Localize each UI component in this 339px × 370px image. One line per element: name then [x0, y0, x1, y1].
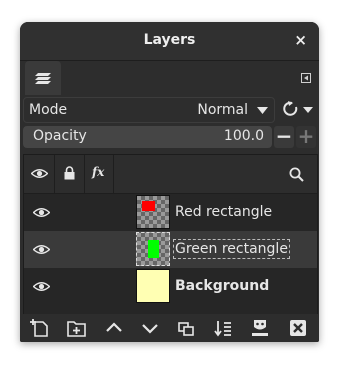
layer-name[interactable]: Background — [175, 278, 269, 294]
layer-name[interactable]: Red rectangle — [175, 204, 272, 220]
mode-dropdown[interactable]: Mode Normal — [23, 97, 275, 123]
minus-icon: − — [275, 124, 293, 148]
layer-row-selected[interactable]: Green rectangle — [24, 231, 317, 268]
layers-icon — [35, 73, 51, 84]
add-mask-icon[interactable] — [249, 318, 271, 338]
header-visibility[interactable] — [24, 155, 55, 193]
mode-value: Normal — [197, 102, 248, 118]
eye-icon[interactable] — [33, 281, 50, 292]
raise-layer-icon[interactable] — [103, 318, 125, 338]
search-icon[interactable] — [289, 167, 304, 182]
red-rectangle-preview — [142, 201, 155, 211]
opacity-row: Opacity 100.0 − + — [23, 124, 316, 150]
header-effects[interactable]: fx — [85, 155, 114, 193]
new-layer-group-icon[interactable] — [66, 318, 88, 338]
layer-thumbnail — [136, 232, 170, 266]
merge-down-icon[interactable] — [212, 318, 234, 338]
opacity-label: Opacity — [33, 128, 87, 144]
lock-icon — [64, 166, 75, 180]
dialog-title: Layers — [143, 32, 196, 48]
dock-tab-row — [20, 61, 319, 95]
layer-toolbar — [20, 314, 319, 342]
header-lock[interactable] — [55, 155, 85, 193]
duplicate-layer-icon[interactable] — [175, 318, 197, 338]
opacity-decrease-button[interactable]: − — [274, 124, 294, 148]
plus-icon: + — [297, 124, 315, 148]
mode-row: Mode Normal — [23, 97, 316, 123]
eye-icon[interactable] — [33, 207, 50, 218]
green-rectangle-preview — [148, 240, 159, 258]
tab-layers[interactable] — [25, 61, 61, 95]
mode-label: Mode — [29, 102, 68, 118]
opacity-value: 100.0 — [223, 128, 264, 144]
delete-layer-icon[interactable] — [287, 318, 309, 338]
reset-icon — [283, 101, 313, 116]
eye-icon — [31, 169, 48, 178]
opacity-spin-scale[interactable]: Opacity 100.0 — [23, 126, 272, 148]
new-layer-icon[interactable] — [30, 318, 52, 338]
lower-layer-icon[interactable] — [139, 318, 161, 338]
layer-row[interactable]: Red rectangle — [24, 194, 317, 231]
fx-icon: fx — [92, 165, 105, 179]
title-bar: Layers × — [20, 22, 319, 61]
layer-list: fx Red rectangle Green rectangle Backgro… — [23, 154, 318, 334]
eye-icon[interactable] — [33, 244, 50, 255]
layer-row[interactable]: Background — [24, 268, 317, 305]
layer-name[interactable]: Green rectangle — [173, 239, 290, 259]
layer-thumbnail — [136, 195, 170, 229]
opacity-increase-button[interactable]: + — [296, 124, 316, 148]
chevron-down-icon — [257, 107, 268, 114]
mode-switch-button[interactable] — [278, 97, 316, 121]
layer-list-header: fx — [24, 155, 317, 194]
close-button[interactable]: × — [294, 31, 307, 49]
panel-menu-icon[interactable] — [301, 73, 311, 83]
layer-thumbnail — [136, 269, 170, 303]
layers-dialog: Layers × Mode Normal Opacity 100.0 − + f… — [20, 22, 319, 342]
